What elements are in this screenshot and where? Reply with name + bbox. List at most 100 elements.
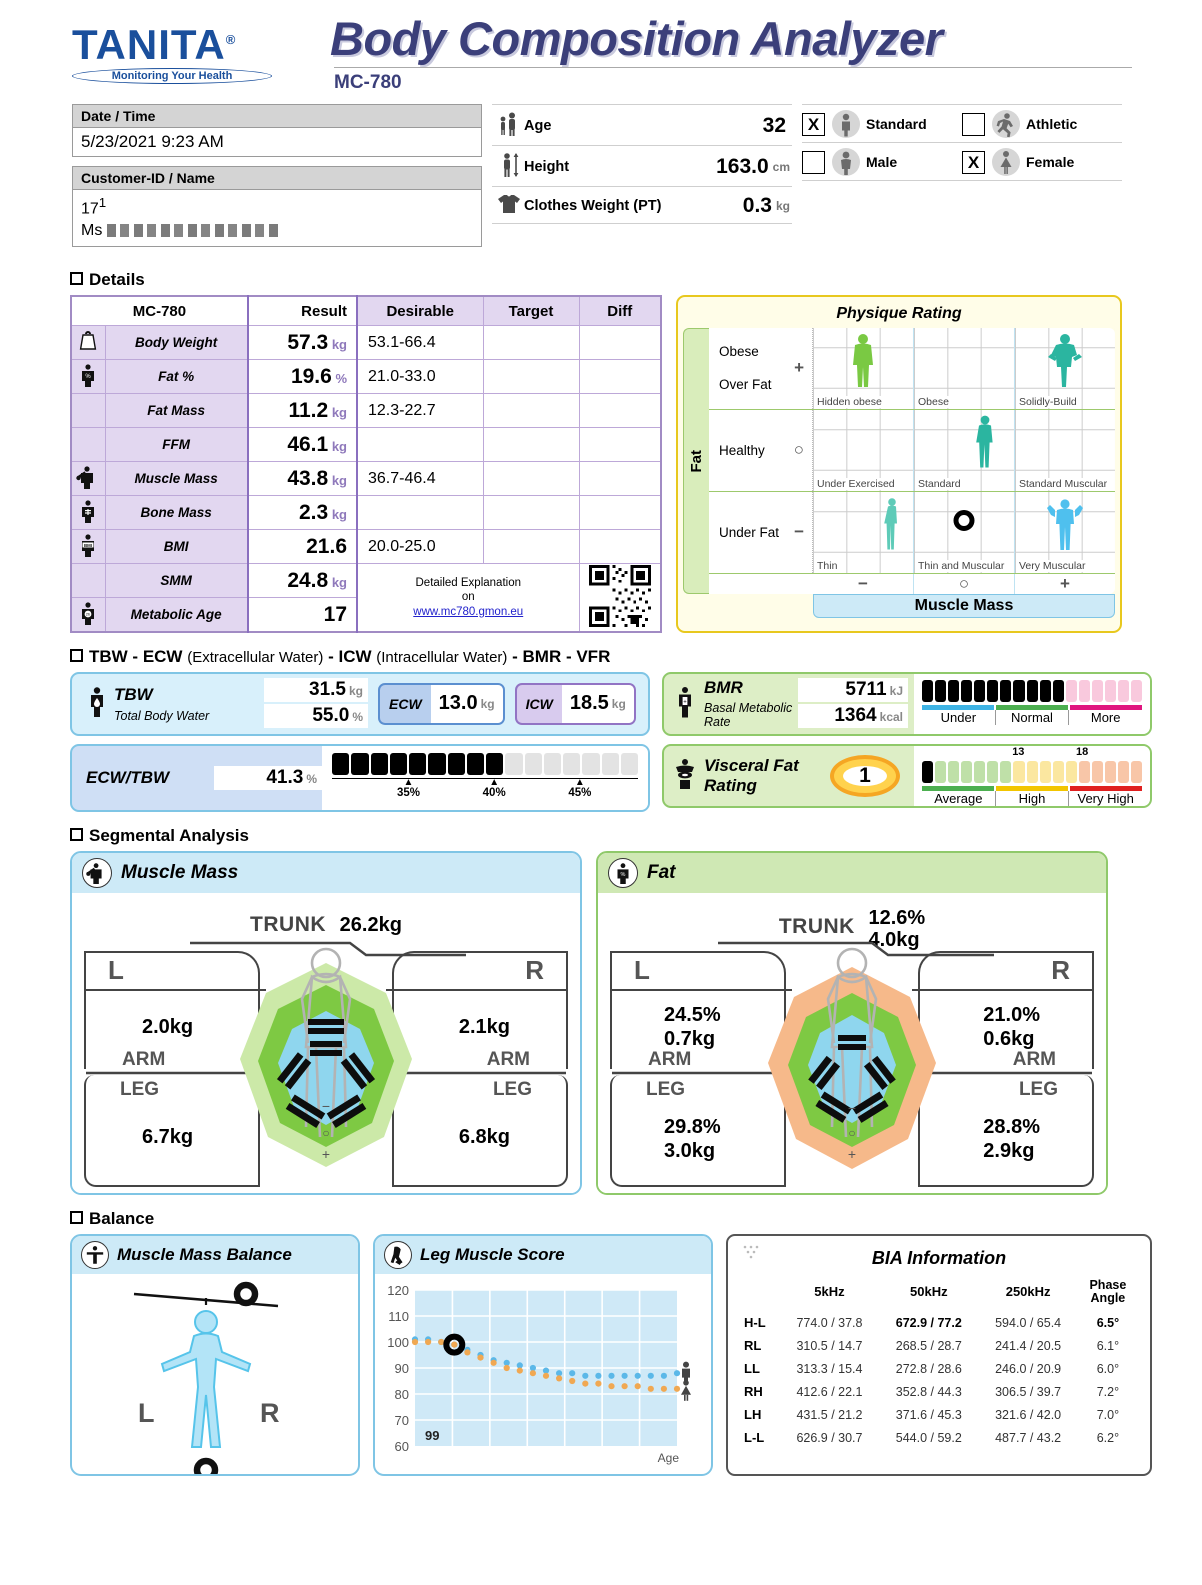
fat-right-arm-pct: 21.0% bbox=[983, 1003, 1040, 1026]
gauge-segment bbox=[935, 679, 947, 702]
vfr-left: Visceral Fat Rating 1 bbox=[664, 754, 914, 797]
gauge-segment bbox=[1104, 679, 1116, 702]
row-target[interactable] bbox=[482, 393, 580, 429]
row-diff bbox=[578, 461, 662, 497]
svg-text:−: − bbox=[322, 1098, 330, 1114]
gauge-segment bbox=[620, 752, 638, 775]
tbw-kg: 31.5 kg bbox=[264, 677, 368, 702]
row-value: 19.6 bbox=[290, 364, 332, 388]
row-target[interactable] bbox=[482, 427, 580, 463]
athletic-label: Athletic bbox=[1026, 116, 1078, 133]
row-label: BMI bbox=[104, 529, 249, 565]
gauge-segment bbox=[922, 760, 934, 783]
row-target[interactable] bbox=[482, 359, 580, 395]
fat-right-leg-label: LEG bbox=[1018, 1078, 1058, 1100]
ecw-tbw-panel: ECW/TBW 41.3% ▲ 35% ▲ 40% ▲ 45% bbox=[70, 743, 650, 812]
vfr-threshold: 18 bbox=[1076, 745, 1089, 758]
gauge-segment bbox=[1013, 679, 1025, 702]
data-point bbox=[634, 1382, 641, 1390]
physique-cells: Hidden obese Obese Solidly-Build bbox=[813, 327, 1115, 409]
qr-link[interactable]: www.mc780.gmon.eu bbox=[413, 606, 523, 618]
registered-mark: ® bbox=[225, 32, 237, 47]
bia-250khz: 246.0 / 20.9 bbox=[995, 1361, 1062, 1376]
bia-col-250khz: 250kHz bbox=[1005, 1284, 1051, 1300]
segmental-fat-title: Fat bbox=[647, 861, 676, 883]
vfr-label-line1: Visceral Fat bbox=[704, 755, 799, 775]
teal-thin-figure bbox=[813, 496, 913, 553]
segmental-muscle-body: TRUNK 26.2kg L 2.0kg ARM LEG 6.7kg R 2.1… bbox=[72, 892, 580, 1193]
row-diff bbox=[578, 393, 662, 429]
leg-score-title: Leg Muscle Score bbox=[420, 1244, 565, 1264]
muscle-icon bbox=[70, 461, 106, 497]
bia-phase: 7.2° bbox=[1096, 1384, 1120, 1399]
gauge-segment bbox=[1131, 760, 1143, 783]
data-point bbox=[477, 1354, 484, 1361]
athletic-person-icon bbox=[992, 110, 1020, 139]
row-value: 11.2 bbox=[288, 398, 329, 422]
row-desirable: 53.1-66.4 bbox=[356, 325, 484, 361]
row-diff bbox=[578, 359, 662, 395]
row-target[interactable] bbox=[482, 495, 580, 531]
male-checkbox[interactable] bbox=[802, 150, 825, 174]
clothes-weight-row: Clothes Weight (PT) 0.3 kg bbox=[492, 186, 792, 225]
row-value: 43.8 bbox=[287, 466, 329, 490]
bmr-label: BMR bbox=[704, 678, 743, 698]
gauge-segment bbox=[1117, 760, 1129, 783]
row-icon-empty bbox=[70, 427, 106, 463]
physique-cell-obese: Obese bbox=[914, 327, 1015, 409]
balance-right-label: R bbox=[260, 1398, 280, 1428]
customer-id-suffix: 1 bbox=[98, 195, 107, 211]
details-heading: Details bbox=[70, 270, 1182, 290]
row-result: 11.2 kg bbox=[246, 393, 359, 429]
bmr-gauge: Under Normal More bbox=[914, 673, 1150, 734]
row-label-bottom: Over Fat bbox=[719, 377, 772, 393]
subject-info-row: Date / Time 5/23/2021 9:23 AM Customer-I… bbox=[20, 104, 1182, 256]
standard-checkbox[interactable]: X bbox=[802, 112, 825, 136]
row-target[interactable] bbox=[482, 529, 580, 565]
row-label: FFM bbox=[104, 427, 249, 463]
physique-cells: Thin Thin and Muscular Very Muscular bbox=[813, 491, 1115, 573]
data-point bbox=[425, 1338, 432, 1345]
bia-row-name: RH bbox=[744, 1384, 763, 1400]
date-time-value: 5/23/2021 9:23 AM bbox=[81, 132, 224, 152]
body-type-checkboxes: X Standard Athletic Male X Female bbox=[802, 104, 1122, 182]
row-desirable bbox=[356, 495, 484, 531]
row-icon-empty bbox=[70, 563, 106, 599]
bia-5khz: 412.6 / 22.1 bbox=[796, 1384, 863, 1399]
muscle-trunk-label: TRUNK bbox=[250, 912, 327, 936]
standard-option[interactable]: X Standard bbox=[802, 110, 962, 139]
ecw-tbw-gauge: ▲ 35% ▲ 40% ▲ 45% bbox=[322, 745, 648, 810]
athletic-checkbox[interactable] bbox=[962, 112, 985, 136]
customer-id: 17 bbox=[81, 200, 99, 218]
svg-text:+: + bbox=[322, 1146, 330, 1162]
athletic-option[interactable]: Athletic bbox=[962, 110, 1122, 139]
tbw-labels: TBW Total Body Water bbox=[114, 685, 264, 723]
data-point bbox=[621, 1372, 628, 1379]
bmr-sublabel: Basal Metabolic Rate bbox=[704, 701, 793, 730]
female-checkbox[interactable]: X bbox=[962, 150, 985, 174]
row-target[interactable] bbox=[482, 461, 580, 497]
row-target[interactable] bbox=[482, 325, 580, 361]
bia-5khz: 313.3 / 15.4 bbox=[796, 1361, 863, 1376]
tbw-right-col: + BMR Basal Metabolic Rate 5711 kJ 1364 kc… bbox=[662, 671, 1152, 808]
height-value: 163.0 bbox=[716, 154, 769, 178]
gauge-segment bbox=[370, 752, 388, 775]
y-tick-label: 70 bbox=[395, 1413, 409, 1428]
fat-left-leg-label: LEG bbox=[646, 1078, 686, 1100]
leg-score-header: Leg Muscle Score bbox=[375, 1235, 711, 1274]
muscle-mass-axis-symbols: − ○ + bbox=[709, 573, 1115, 594]
vfr-panel: Visceral Fat Rating 1 13 18 Average High … bbox=[662, 743, 1152, 808]
row-result: 21.6 bbox=[246, 529, 359, 565]
leg-score-chart: 60 70 80 90 100 110 120 99 Age bbox=[375, 1274, 711, 1474]
data-point bbox=[660, 1385, 667, 1392]
row-diff bbox=[578, 495, 662, 531]
gauge-segment bbox=[1078, 760, 1090, 783]
bia-50khz: 352.8 / 44.3 bbox=[895, 1384, 962, 1399]
female-person-icon bbox=[992, 148, 1020, 177]
male-option[interactable]: Male bbox=[802, 148, 962, 177]
tbw-row: TBW Total Body Water 31.5 kg 55.0% ECW 13… bbox=[20, 671, 1182, 812]
gauge-segment bbox=[351, 752, 369, 775]
svg-text:+: + bbox=[683, 700, 687, 706]
blue-muscular-figure bbox=[1015, 496, 1115, 553]
female-option[interactable]: X Female bbox=[962, 148, 1122, 177]
